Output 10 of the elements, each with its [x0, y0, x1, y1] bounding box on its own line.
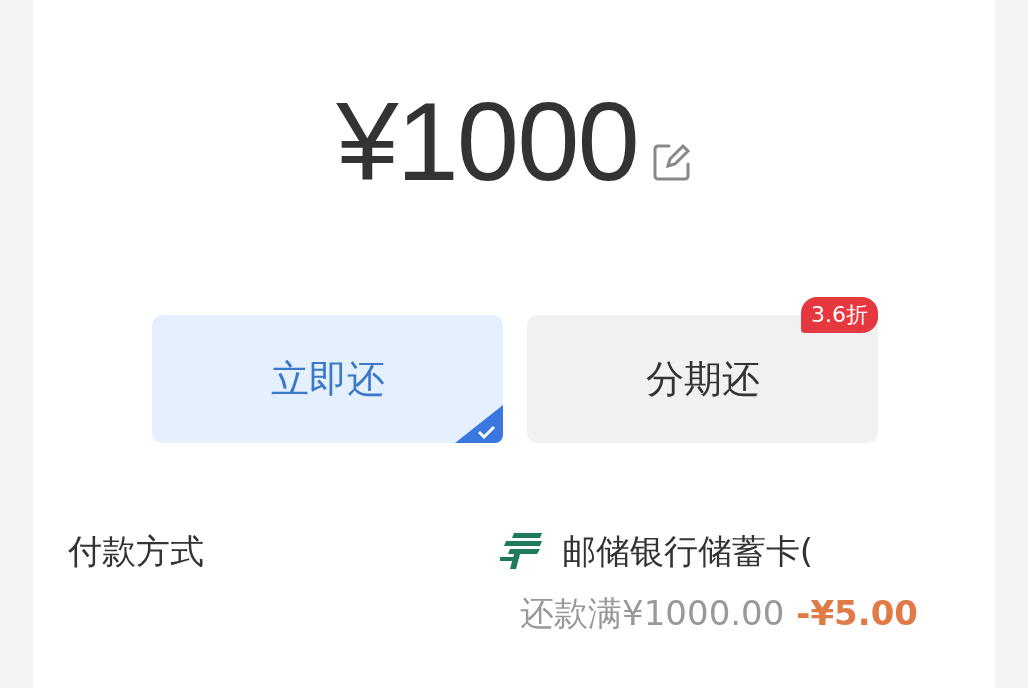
bank-logo-icon — [499, 531, 544, 571]
edit-icon[interactable] — [651, 142, 692, 182]
discount-badge: 3.6折 — [801, 297, 878, 333]
payment-label: 付款方式 — [68, 531, 204, 571]
discount-amount: -¥5.00 — [796, 593, 918, 633]
discount-condition: 还款满¥1000.00 — [520, 593, 785, 633]
amount: ¥1000 — [336, 86, 638, 198]
repay-option[interactable]: 立即还 — [152, 315, 503, 443]
bank-card-name[interactable]: 邮储银行储蓄卡( — [561, 531, 813, 571]
check-corner-icon — [455, 405, 503, 443]
